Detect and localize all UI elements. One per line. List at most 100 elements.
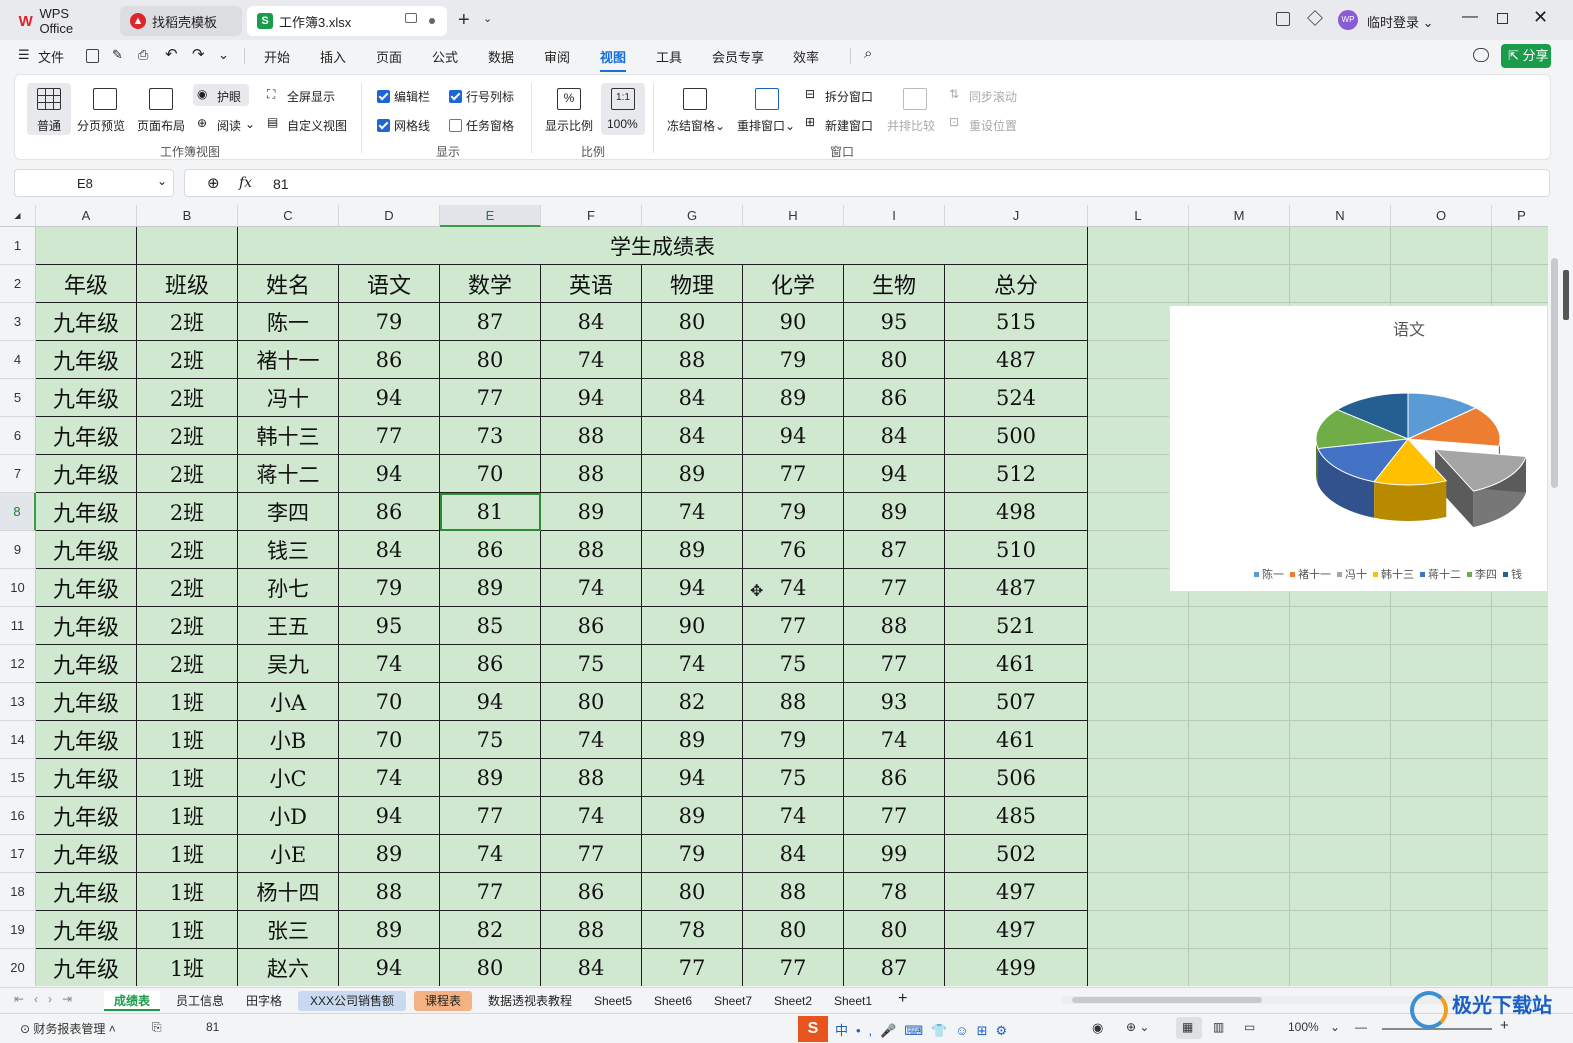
sync-scroll-button[interactable]: ⇅ 同步滚动 bbox=[949, 87, 1029, 107]
table-cell[interactable]: 1班 bbox=[137, 835, 238, 873]
row-header-2[interactable]: 2 bbox=[0, 265, 36, 303]
table-cell[interactable]: 九年级 bbox=[36, 607, 137, 645]
table-cell[interactable]: 80 bbox=[541, 683, 642, 721]
table-cell[interactable]: 2班 bbox=[137, 569, 238, 607]
empty-cell[interactable] bbox=[1492, 683, 1548, 721]
sheet-tab[interactable]: 员工信息 bbox=[168, 991, 230, 1011]
redo-icon[interactable]: ↷ bbox=[192, 45, 205, 63]
chevron-down-icon[interactable]: ⌄ bbox=[218, 47, 229, 63]
empty-cell[interactable] bbox=[1290, 873, 1391, 911]
table-cell[interactable]: 77 bbox=[743, 949, 844, 986]
table-cell[interactable]: 79 bbox=[743, 721, 844, 759]
table-cell[interactable]: 80 bbox=[844, 341, 945, 379]
table-cell[interactable]: 褚十一 bbox=[238, 341, 339, 379]
column-header-P[interactable]: P bbox=[1492, 205, 1548, 227]
empty-cell[interactable] bbox=[1290, 227, 1391, 265]
row-header-19[interactable]: 19 bbox=[0, 911, 36, 949]
reset-position-button[interactable]: ⊡ 重设位置 bbox=[949, 115, 1029, 135]
ime-toolbar[interactable]: 中•,🎤⌨👕☺⊞⚙ bbox=[835, 1020, 1015, 1039]
empty-cell[interactable] bbox=[1492, 835, 1548, 873]
table-cell[interactable]: 88 bbox=[339, 873, 440, 911]
menu-home[interactable]: 开始 bbox=[264, 47, 290, 66]
table-cell[interactable]: 89 bbox=[642, 455, 743, 493]
comment-icon[interactable] bbox=[1473, 48, 1489, 62]
table-cell[interactable]: 1班 bbox=[137, 911, 238, 949]
table-cell[interactable]: 冯十 bbox=[238, 379, 339, 417]
select-all-corner[interactable]: ◢ bbox=[0, 205, 36, 227]
table-cell[interactable]: 461 bbox=[945, 721, 1088, 759]
table-cell[interactable]: 88 bbox=[541, 455, 642, 493]
table-cell[interactable]: 74 bbox=[339, 645, 440, 683]
table-cell[interactable]: 86 bbox=[541, 607, 642, 645]
table-cell[interactable]: 80 bbox=[743, 911, 844, 949]
table-cell[interactable]: 九年级 bbox=[36, 835, 137, 873]
scrollbar-thumb[interactable] bbox=[1551, 258, 1558, 488]
side-by-side-button[interactable]: 并排比较 bbox=[885, 83, 941, 135]
empty-cell[interactable] bbox=[1189, 683, 1290, 721]
table-cell[interactable]: 韩十三 bbox=[238, 417, 339, 455]
menu-review[interactable]: 审阅 bbox=[544, 47, 570, 66]
table-cell[interactable]: 89 bbox=[743, 379, 844, 417]
table-cell[interactable]: 89 bbox=[642, 797, 743, 835]
hamburger-icon[interactable]: ☰ bbox=[18, 47, 30, 63]
horizontal-scrollbar[interactable] bbox=[1062, 996, 1542, 1004]
table-cell[interactable]: 小C bbox=[238, 759, 339, 797]
table-header-cell[interactable]: 生物 bbox=[844, 265, 945, 303]
table-cell[interactable]: 77 bbox=[743, 607, 844, 645]
table-cell[interactable]: 88 bbox=[642, 341, 743, 379]
table-cell[interactable]: 461 bbox=[945, 645, 1088, 683]
table-cell[interactable]: 88 bbox=[743, 683, 844, 721]
login-button[interactable]: 临时登录 ⌄ bbox=[1367, 12, 1434, 31]
cell-B1[interactable] bbox=[137, 227, 238, 265]
menu-insert[interactable]: 插入 bbox=[320, 47, 346, 66]
table-cell[interactable]: 2班 bbox=[137, 341, 238, 379]
empty-cell[interactable] bbox=[1492, 759, 1548, 797]
print-preview-icon[interactable]: ⎙ bbox=[138, 47, 148, 63]
empty-cell[interactable] bbox=[1088, 227, 1189, 265]
table-cell[interactable]: 80 bbox=[440, 341, 541, 379]
table-cell[interactable]: 88 bbox=[541, 759, 642, 797]
column-header-O[interactable]: O bbox=[1391, 205, 1492, 227]
table-cell[interactable]: 2班 bbox=[137, 303, 238, 341]
chevron-down-icon[interactable]: ⌄ bbox=[1330, 1020, 1340, 1034]
table-cell[interactable]: 87 bbox=[844, 949, 945, 986]
table-cell[interactable]: 90 bbox=[642, 607, 743, 645]
minimize-icon[interactable]: — bbox=[1462, 8, 1478, 26]
table-cell[interactable]: 94 bbox=[743, 417, 844, 455]
page-break-preview-button[interactable]: 分页预览 bbox=[77, 83, 133, 135]
sheet-tab[interactable]: 课程表 bbox=[414, 991, 472, 1011]
empty-cell[interactable] bbox=[1492, 873, 1548, 911]
table-cell[interactable]: 九年级 bbox=[36, 721, 137, 759]
empty-cell[interactable] bbox=[1492, 911, 1548, 949]
empty-cell[interactable] bbox=[1492, 949, 1548, 986]
row-header-12[interactable]: 12 bbox=[0, 645, 36, 683]
row-header-15[interactable]: 15 bbox=[0, 759, 36, 797]
eye-care-button[interactable]: ◉ 护眼 bbox=[193, 84, 249, 106]
zoom-search-icon[interactable]: ⊕ bbox=[207, 174, 220, 192]
table-cell[interactable]: 86 bbox=[339, 493, 440, 531]
empty-cell[interactable] bbox=[1492, 645, 1548, 683]
table-cell[interactable]: 70 bbox=[440, 455, 541, 493]
table-cell[interactable]: 94 bbox=[339, 455, 440, 493]
empty-cell[interactable] bbox=[1391, 911, 1492, 949]
save-icon[interactable] bbox=[86, 49, 99, 63]
menu-formula[interactable]: 公式 bbox=[432, 47, 458, 66]
undo-icon[interactable]: ↶ bbox=[165, 45, 178, 63]
empty-cell[interactable] bbox=[1492, 265, 1548, 303]
table-cell[interactable]: 507 bbox=[945, 683, 1088, 721]
table-cell[interactable]: 小B bbox=[238, 721, 339, 759]
row-header-3[interactable]: 3 bbox=[0, 303, 36, 341]
table-cell[interactable]: 77 bbox=[844, 797, 945, 835]
column-header-G[interactable]: G bbox=[642, 205, 743, 227]
empty-cell[interactable] bbox=[1290, 265, 1391, 303]
table-cell[interactable]: 74 bbox=[541, 721, 642, 759]
empty-cell[interactable] bbox=[1391, 721, 1492, 759]
table-cell[interactable]: 九年级 bbox=[36, 303, 137, 341]
table-cell[interactable]: 93 bbox=[844, 683, 945, 721]
table-cell[interactable]: 94 bbox=[844, 455, 945, 493]
table-cell[interactable]: 79 bbox=[339, 303, 440, 341]
table-cell[interactable]: 95 bbox=[339, 607, 440, 645]
table-cell[interactable]: 89 bbox=[541, 493, 642, 531]
empty-cell[interactable] bbox=[1088, 645, 1189, 683]
scrollbar-thumb[interactable] bbox=[1072, 997, 1262, 1003]
